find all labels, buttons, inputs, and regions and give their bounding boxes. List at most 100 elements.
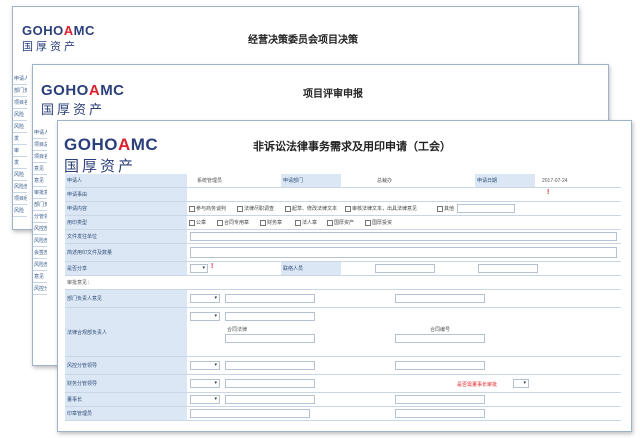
sidebar-label: 风险 xyxy=(13,121,27,133)
risk-leader-select[interactable]: ▾ xyxy=(190,361,220,370)
window-title: 非诉讼法律事务需求及用印申请（工会） xyxy=(253,141,451,153)
applicant-value: 系统管理员 xyxy=(197,178,223,184)
sidebar-label: 发 xyxy=(13,133,27,145)
sidebar-label: 项目名 xyxy=(33,151,47,163)
seal-row: 用印类型 公章 合同专用章 财务章 法人章 国厚资产 国厚投资 xyxy=(65,216,621,230)
sidebar-label: 项目经 xyxy=(13,193,27,205)
doc-desc-label: 简述用印文件及数量 xyxy=(65,244,187,261)
risk-leader-date-input[interactable] xyxy=(395,361,485,370)
sidebar-label: 意见 xyxy=(33,175,47,187)
sidebar-label: 会签部 xyxy=(33,247,47,259)
matter-label: 申请事由 xyxy=(65,188,187,201)
sidebar-label: 风控分 xyxy=(33,283,47,295)
content-other-input[interactable] xyxy=(457,204,515,213)
board-review-label: 是否需董事长审批 xyxy=(457,382,498,388)
sidebar-label: 发 xyxy=(13,157,27,169)
contract-no-input[interactable] xyxy=(395,334,485,343)
share-label: 是否分享 xyxy=(65,262,187,275)
seal-admin-label: 印章管理员 xyxy=(65,407,187,420)
dept-head-date-input[interactable] xyxy=(395,294,485,303)
doc-unit-input[interactable] xyxy=(190,232,617,241)
content-option[interactable]: 参与商务谈判 xyxy=(189,205,226,212)
risk-leader-input[interactable] xyxy=(225,361,315,370)
sidebar-label: 风险部 xyxy=(33,259,47,271)
required-mark: ! xyxy=(211,263,214,270)
sidebar-label: 项目名称 xyxy=(13,97,27,109)
window-title: 经营决策委员会项目决策 xyxy=(248,35,358,46)
sidebar-label: 申请人 xyxy=(33,127,47,139)
sidebar-label: 意见 xyxy=(33,271,47,283)
share-row: 是否分享 ▾ ! 联络人员 xyxy=(65,262,621,276)
gohoamc-logo: GOHOAMC 国厚资产 xyxy=(22,23,95,53)
sidebar-label: 分管领 xyxy=(33,211,47,223)
gohoamc-logo: GOHOAMC 国厚资产 xyxy=(41,82,125,117)
doc-desc-row: 简述用印文件及数量 xyxy=(65,244,621,262)
request-form: 申请人 系统管理员 申请部门 总裁办 申请日期 2017-07-24 申请事由 … xyxy=(65,174,621,421)
finance-leader-row: 财务分管领导 ▾ 是否需董事长审批 ▾ xyxy=(65,375,621,393)
dept-head-select[interactable]: ▾ xyxy=(190,294,220,303)
gohoamc-logo: GOHOAMC 国厚资产 xyxy=(64,135,159,175)
contract-law-input[interactable] xyxy=(225,334,315,343)
contact-extra-input[interactable] xyxy=(478,264,538,273)
legal-input[interactable] xyxy=(225,312,315,321)
sidebar-label: 审 xyxy=(13,145,27,157)
seal-option[interactable]: 财务章 xyxy=(260,219,282,226)
sidebar-label: 意见 xyxy=(33,163,47,175)
share-select[interactable]: ▾ xyxy=(190,264,208,273)
approval-label: 审批意见： xyxy=(67,280,93,286)
seal-admin-input[interactable] xyxy=(190,409,310,418)
sidebar-label: 部门负 xyxy=(33,199,47,211)
finance-leader-input[interactable] xyxy=(225,379,315,388)
applicant-row: 申请人 系统管理员 申请部门 总裁办 申请日期 2017-07-24 xyxy=(65,174,621,188)
chairman-select[interactable]: ▾ xyxy=(190,395,220,404)
sidebar-label: 项目总 xyxy=(33,139,47,151)
date-label: 申请日期 xyxy=(475,174,535,187)
matter-row: 申请事由 ! xyxy=(65,188,621,202)
sidebar-label: 风控部 xyxy=(33,223,47,235)
required-mark: ! xyxy=(547,189,550,196)
chairman-input[interactable] xyxy=(225,395,315,404)
sidebar-label: 风险 xyxy=(13,205,27,217)
legal-select[interactable]: ▾ xyxy=(190,312,220,321)
seal-option[interactable]: 国厚资产 xyxy=(327,219,354,226)
sidebar-label: 风险部 xyxy=(33,235,47,247)
doc-unit-row: 文件发往单位 xyxy=(65,230,621,244)
seal-option[interactable]: 法人章 xyxy=(295,219,317,226)
dept-value: 总裁办 xyxy=(377,178,393,184)
sidebar-labels: 申请人 部门负责 项目名称 风险 风险 发 审 发 风险 风险部 项目经 风险 xyxy=(13,73,27,217)
seal-admin-row: 印章管理员 xyxy=(65,407,621,421)
chairman-date-input[interactable] xyxy=(395,395,485,404)
doc-desc-input[interactable] xyxy=(190,247,617,258)
sidebar-label: 审批意 xyxy=(33,187,47,199)
sidebar-label: 部门负责 xyxy=(13,85,27,97)
seal-option[interactable]: 合同专用章 xyxy=(217,219,249,226)
content-option[interactable]: 审核法律文本，出具法律意见 xyxy=(345,205,417,212)
contact-input[interactable] xyxy=(375,264,435,273)
applicant-label: 申请人 xyxy=(65,174,187,187)
dept-label: 申请部门 xyxy=(281,174,341,187)
sidebar-label: 风险部 xyxy=(13,181,27,193)
dept-head-input[interactable] xyxy=(225,294,315,303)
contract-law-label: 合同法律 xyxy=(227,327,248,333)
approval-row: 审批意见： xyxy=(65,276,621,290)
dept-head-row: 部门负责人意见 ▾ xyxy=(65,290,621,308)
sidebar-label: 风险 xyxy=(13,109,27,121)
content-option[interactable]: 起草、修改法律文本 xyxy=(285,205,337,212)
chairman-label: 董事长 xyxy=(65,393,187,406)
content-option[interactable]: 其他 xyxy=(437,205,454,212)
seal-admin-date-input[interactable] xyxy=(395,409,485,418)
content-option[interactable]: 法律尽职调查 xyxy=(237,205,274,212)
sidebar-labels: 申请人 项目总 项目名 意见 意见 审批意 部门负 分管领 风控部 风险部 会签… xyxy=(33,127,47,295)
finance-leader-label: 财务分管领导 xyxy=(65,375,187,392)
board-review-select[interactable]: ▾ xyxy=(513,379,529,388)
legal-row: 法律合规部负责人 ▾ 合同法律 合同编号 xyxy=(65,308,621,357)
seal-option[interactable]: 国厚投资 xyxy=(365,219,392,226)
sidebar-label: 申请人 xyxy=(13,73,27,85)
content-label: 申请内容 xyxy=(65,202,187,215)
seal-option[interactable]: 公章 xyxy=(189,219,206,226)
risk-leader-row: 风控分管领导 ▾ xyxy=(65,357,621,375)
date-value: 2017-07-24 xyxy=(542,177,568,184)
finance-leader-select[interactable]: ▾ xyxy=(190,379,220,388)
contract-no-label: 合同编号 xyxy=(430,327,451,333)
legal-label: 法律合规部负责人 xyxy=(65,308,187,356)
